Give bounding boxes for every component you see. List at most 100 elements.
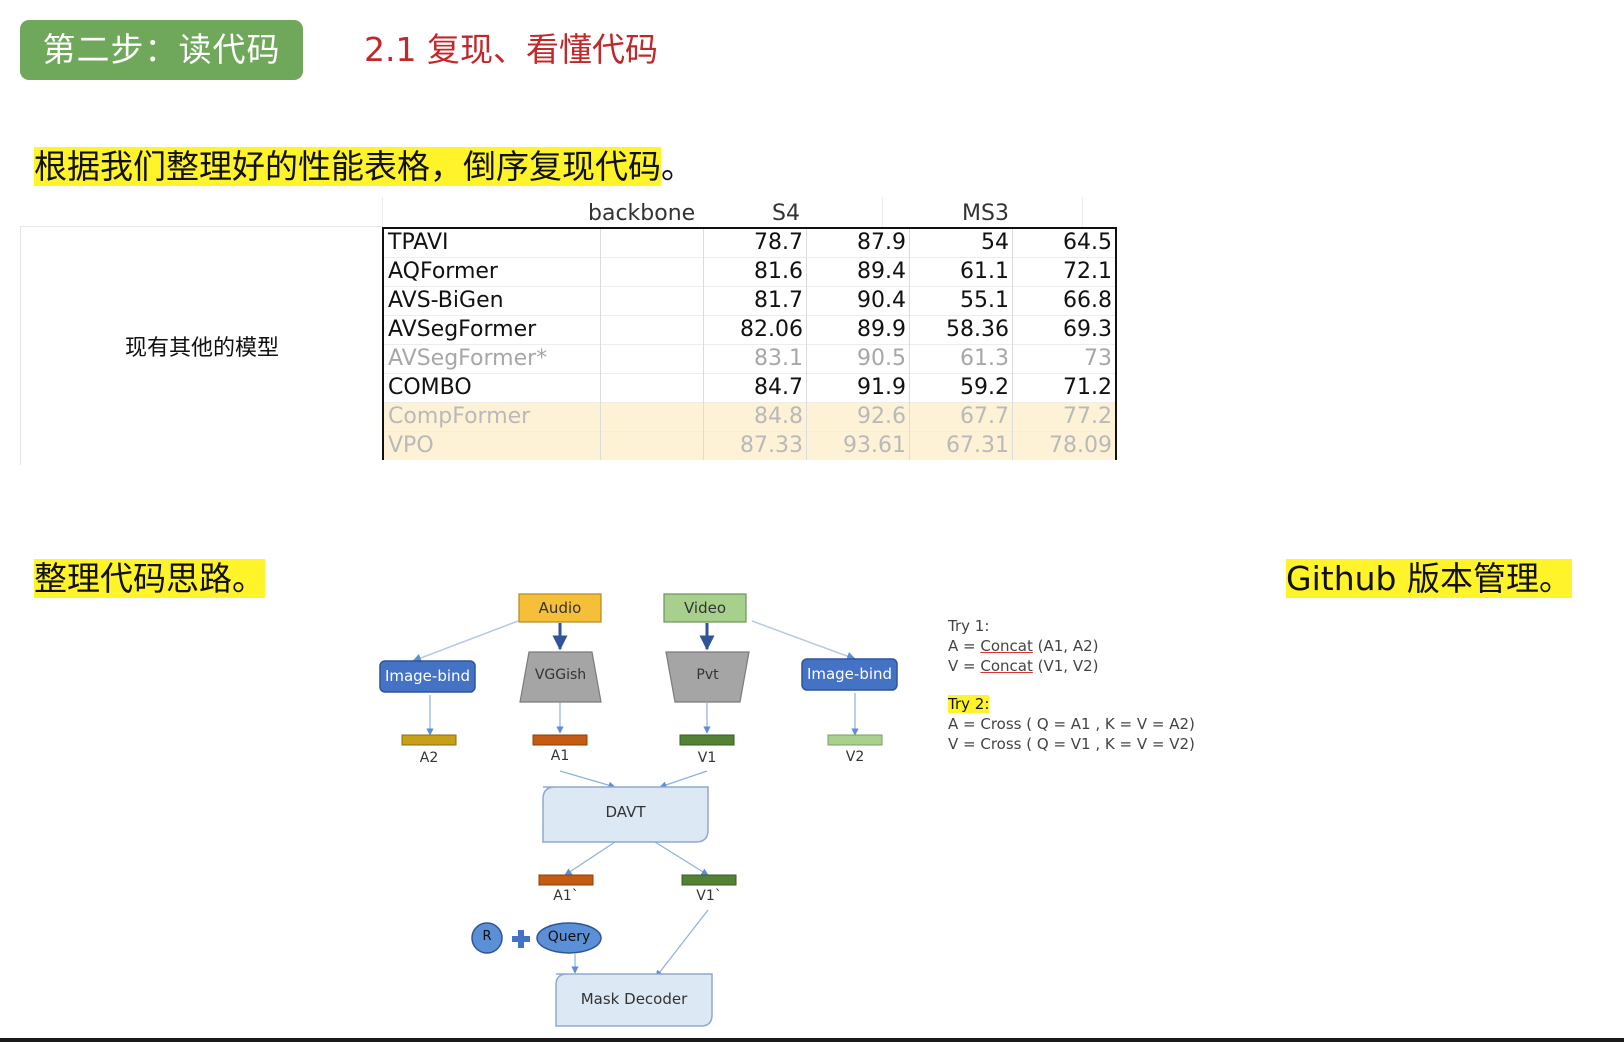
backbone-cell — [600, 227, 704, 258]
section-title: 2.1 复现、看懂代码 — [364, 30, 658, 69]
try1-a-fn: Concat — [980, 637, 1033, 655]
try1-v-prefix: V = — [948, 657, 981, 675]
architecture-diagram: Audio Video Image-bind Image-bind VGGish… — [370, 585, 930, 1042]
performance-table: TPAVI 78.7 87.9 54 64.5 AQFormer 81.6 89… — [382, 227, 1117, 460]
s4-value-b: 87.9 — [806, 227, 910, 258]
v1-label: V1 — [697, 750, 717, 766]
group-cell: 现有其他的模型 — [20, 227, 383, 465]
query-label: Query — [547, 929, 591, 945]
model-name: AVS-BiGen — [383, 286, 601, 316]
ms3-value-a: 61.3 — [909, 344, 1013, 374]
a2-label: A2 — [419, 750, 439, 766]
ms3-value-b: 73 — [1012, 344, 1116, 374]
try1-a-line: A = Concat (A1, A2) — [948, 636, 1195, 656]
s4-value-b: 92.6 — [806, 402, 910, 432]
s4-value-a: 81.7 — [703, 286, 807, 316]
try2-a-line: A = Cross ( Q = A1 , K = V = A2) — [948, 715, 1195, 733]
github-suffix: 。 — [1539, 559, 1572, 598]
try1-a-args: (A1, A2) — [1032, 637, 1099, 655]
image-bind-right-label: Image-bind — [806, 665, 893, 683]
s4-value-b: 89.4 — [806, 257, 910, 287]
ms3-value-a: 67.31 — [909, 431, 1013, 460]
backbone-cell — [600, 402, 704, 432]
davt-label: DAVT — [605, 803, 646, 821]
s4-value-a: 84.8 — [703, 402, 807, 432]
table-row: AQFormer 81.6 89.4 61.1 72.1 — [383, 257, 1116, 287]
backbone-cell — [600, 431, 704, 460]
a1-prime-feature-bar — [538, 874, 594, 886]
step-badge: 第二步：读代码 — [20, 20, 303, 80]
pvt-label: Pvt — [696, 667, 719, 683]
model-name: CompFormer — [383, 402, 601, 432]
s4-value-a: 87.33 — [703, 431, 807, 460]
ms3-value-a: 67.7 — [909, 402, 1013, 432]
s4-value-a: 83.1 — [703, 344, 807, 374]
image-bind-left-label: Image-bind — [384, 667, 471, 685]
try1-v-fn: Concat — [980, 657, 1033, 675]
code-idea-text: 整理代码思路 — [34, 559, 232, 598]
group-label: 现有其他的模型 — [124, 336, 279, 361]
table-row: AVSegFormer* 83.1 90.5 61.3 73 — [383, 344, 1116, 374]
header-ms3: MS3 — [962, 201, 1009, 226]
try2-title-line: Try 2: — [948, 694, 1195, 714]
ms3-value-b: 77.2 — [1012, 402, 1116, 432]
try1-v-args: (V1, V2) — [1032, 657, 1099, 675]
try1-v-line: V = Concat (V1, V2) — [948, 656, 1195, 676]
a2-feature-bar — [401, 734, 457, 746]
plus-icon — [512, 930, 530, 948]
s4-value-b: 89.9 — [806, 315, 910, 345]
s4-value-a: 84.7 — [703, 373, 807, 403]
try1-a-prefix: A = — [948, 637, 981, 655]
a1-feature-bar — [532, 734, 588, 746]
connector — [412, 620, 519, 663]
table-row: CompFormer 84.8 92.6 67.7 77.2 — [383, 402, 1116, 432]
bottom-rule — [0, 1038, 1624, 1042]
s4-value-a: 78.7 — [703, 227, 807, 258]
model-name: AQFormer — [383, 257, 601, 287]
table-row: TPAVI 78.7 87.9 54 64.5 — [383, 227, 1116, 258]
a1-prime-label: A1` — [553, 888, 579, 904]
s4-value-b: 90.5 — [806, 344, 910, 374]
performance-table-region: 现有其他的模型 backbone S4 MS3 TPAVI 78.7 87.9 … — [20, 197, 1122, 465]
backbone-cell — [600, 315, 704, 345]
s4-value-a: 82.06 — [703, 315, 807, 345]
header-s4: S4 — [772, 201, 800, 226]
notes-gap — [948, 676, 1195, 694]
ms3-value-a: 61.1 — [909, 257, 1013, 287]
backbone-cell — [600, 286, 704, 316]
v1-feature-bar — [679, 734, 735, 746]
ms3-value-a: 55.1 — [909, 286, 1013, 316]
connector — [654, 841, 709, 876]
model-name: VPO — [383, 431, 601, 460]
ms3-value-b: 69.3 — [1012, 315, 1116, 345]
connector — [655, 909, 709, 978]
ms3-value-b: 71.2 — [1012, 373, 1116, 403]
table-row: AVSegFormer 82.06 89.9 58.36 69.3 — [383, 315, 1116, 345]
intro-line-text: 根据我们整理好的性能表格，倒序复现代码 — [34, 147, 661, 186]
audio-label: Audio — [538, 599, 582, 617]
github-line: Github 版本管理。 — [1286, 558, 1572, 600]
model-name: COMBO — [383, 373, 601, 403]
header-divider-3 — [1082, 197, 1083, 227]
ms3-value-b: 78.09 — [1012, 431, 1116, 460]
model-name: AVSegFormer* — [383, 344, 601, 374]
ms3-value-b: 64.5 — [1012, 227, 1116, 258]
intro-line: 根据我们整理好的性能表格，倒序复现代码。 — [34, 146, 694, 188]
model-name: AVSegFormer — [383, 315, 601, 345]
table-row: VPO 87.33 93.61 67.31 78.09 — [383, 431, 1116, 460]
try1-title: Try 1: — [948, 617, 990, 635]
connector — [564, 841, 616, 876]
github-text: Github 版本管理 — [1286, 559, 1539, 598]
header-divider-1 — [382, 197, 383, 227]
v1-prime-label: V1` — [696, 888, 722, 904]
r-label: R — [482, 929, 492, 944]
header-divider-2 — [882, 197, 883, 227]
a1-label: A1 — [550, 748, 570, 764]
table-row: COMBO 84.7 91.9 59.2 71.2 — [383, 373, 1116, 403]
video-label: Video — [683, 599, 727, 617]
vggish-label: VGGish — [534, 667, 587, 683]
ms3-value-a: 59.2 — [909, 373, 1013, 403]
s4-value-b: 90.4 — [806, 286, 910, 316]
v2-label: V2 — [845, 749, 865, 765]
v2-feature-bar — [827, 734, 883, 746]
